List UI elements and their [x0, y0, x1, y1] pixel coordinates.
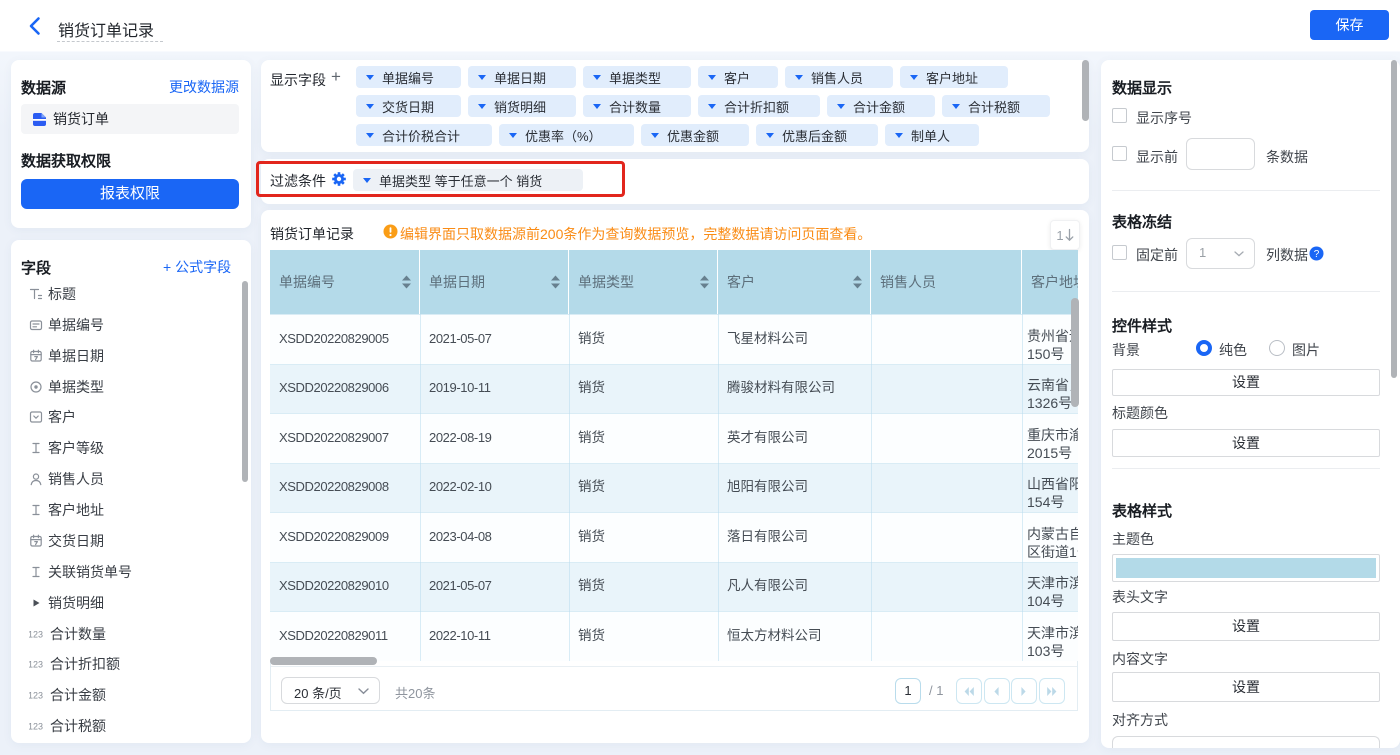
svg-text:123: 123: [29, 630, 43, 640]
svg-text:123: 123: [29, 660, 43, 670]
svg-text:?: ?: [1314, 249, 1320, 260]
svg-text:123: 123: [29, 722, 43, 732]
svg-text:123: 123: [29, 691, 43, 701]
